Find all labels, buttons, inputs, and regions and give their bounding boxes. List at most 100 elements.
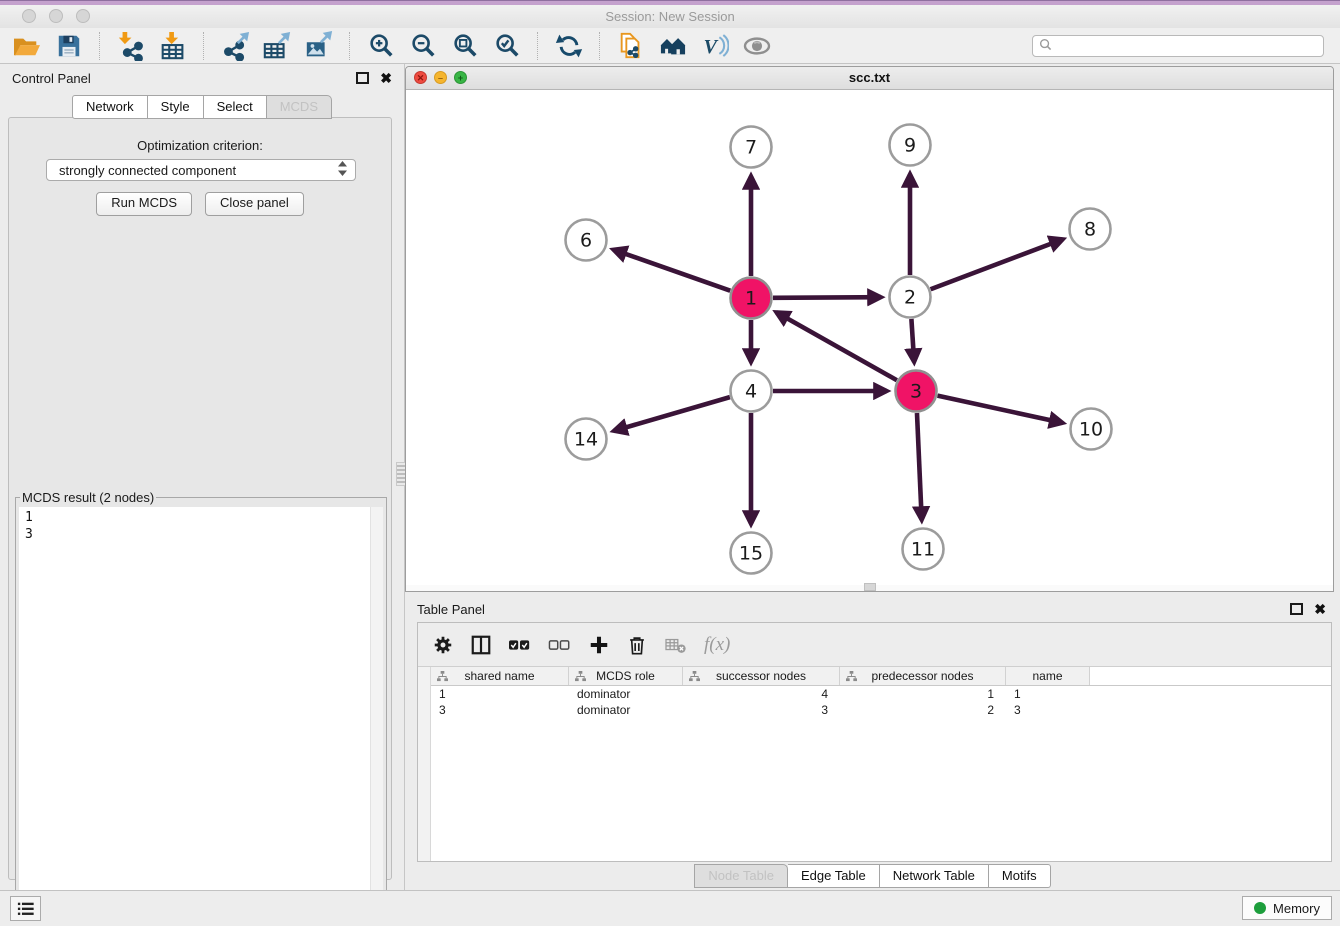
zoom-fit-icon[interactable]: [448, 31, 482, 61]
open-folder-icon[interactable]: [10, 31, 44, 61]
graph-node-6[interactable]: 6: [566, 220, 607, 261]
tab-style[interactable]: Style: [148, 95, 204, 119]
tab-node-table[interactable]: Node Table: [694, 864, 788, 888]
graph-node-3[interactable]: 3: [896, 371, 937, 412]
search-input[interactable]: [1057, 38, 1317, 54]
minimize-window-button[interactable]: [49, 9, 63, 23]
result-line: 1: [25, 509, 377, 526]
tab-motifs[interactable]: Motifs: [989, 864, 1051, 888]
zoom-out-icon[interactable]: [406, 31, 440, 61]
graph-node-8[interactable]: 8: [1070, 209, 1111, 250]
table-row[interactable]: 1dominator411: [431, 686, 1331, 702]
tab-network-table[interactable]: Network Table: [880, 864, 989, 888]
memory-status-dot: [1254, 902, 1266, 914]
frame-maximize-icon[interactable]: +: [454, 71, 467, 84]
column-header-successor-nodes[interactable]: successor nodes: [683, 667, 840, 685]
graph-edge-3-10[interactable]: [937, 396, 1062, 423]
memory-button-label: Memory: [1273, 901, 1320, 916]
graph-node-10[interactable]: 10: [1071, 409, 1112, 450]
graph-edge-1-6[interactable]: [613, 250, 730, 291]
graph-node-11[interactable]: 11: [903, 529, 944, 570]
table-cell[interactable]: 1: [431, 686, 569, 702]
frame-resize-handle[interactable]: [864, 583, 876, 591]
vizmap-icon[interactable]: V: [698, 31, 732, 61]
table-cell[interactable]: 3: [1006, 702, 1090, 718]
import-network-icon[interactable]: [114, 31, 148, 61]
gear-icon[interactable]: [432, 632, 454, 658]
result-scrollbar[interactable]: [370, 507, 383, 926]
column-header-shared-name[interactable]: shared name: [431, 667, 569, 685]
graph-node-1[interactable]: 1: [731, 278, 772, 319]
save-icon[interactable]: [52, 31, 86, 61]
table-cell[interactable]: 2: [840, 702, 1006, 718]
float-table-panel-icon[interactable]: [1290, 603, 1303, 615]
close-window-button[interactable]: [22, 9, 36, 23]
task-history-button[interactable]: [10, 896, 41, 921]
checked-boxes-icon[interactable]: [508, 632, 532, 658]
export-image-icon[interactable]: [302, 31, 336, 61]
float-panel-icon[interactable]: [356, 72, 369, 84]
table-cell[interactable]: 3: [431, 702, 569, 718]
houses-icon[interactable]: [656, 31, 690, 61]
eye-icon[interactable]: [740, 31, 774, 61]
frame-minimize-icon[interactable]: –: [434, 71, 447, 84]
unchecked-boxes-icon[interactable]: [548, 632, 572, 658]
graph-node-7[interactable]: 7: [731, 127, 772, 168]
export-network-icon[interactable]: [218, 31, 252, 61]
close-panel-button[interactable]: Close panel: [205, 192, 304, 216]
split-columns-icon[interactable]: [470, 632, 492, 658]
export-table-icon[interactable]: [260, 31, 294, 61]
graph-node-9[interactable]: 9: [890, 125, 931, 166]
criterion-dropdown[interactable]: strongly connected component: [46, 159, 356, 181]
refresh-layout-icon[interactable]: [552, 31, 586, 61]
control-panel-tabs: NetworkStyleSelectMCDS: [0, 95, 404, 119]
function-builder-icon[interactable]: f(x): [704, 632, 730, 658]
network-graph: 1 2 3 4 6 7 8 9 10 11 14 15: [406, 89, 1333, 587]
graph-edge-2-8[interactable]: [931, 239, 1063, 289]
column-header-MCDS-role[interactable]: MCDS role: [569, 667, 683, 685]
graph-edge-3-11[interactable]: [917, 413, 922, 520]
graph-edge-4-14[interactable]: [614, 397, 730, 431]
mcds-result-text[interactable]: 13: [19, 507, 383, 926]
control-panel: Control Panel ✖ NetworkStyleSelectMCDS O…: [0, 64, 405, 890]
delete-table-icon[interactable]: [664, 632, 688, 658]
import-table-icon[interactable]: [156, 31, 190, 61]
close-table-panel-icon[interactable]: ✖: [1314, 602, 1326, 616]
trash-icon[interactable]: [626, 632, 648, 658]
mcds-result-box: MCDS result (2 nodes) 13: [15, 490, 387, 926]
table-cell[interactable]: 3: [683, 702, 840, 718]
tab-edge-table[interactable]: Edge Table: [788, 864, 880, 888]
zoom-selected-icon[interactable]: [490, 31, 524, 61]
column-header-name[interactable]: name: [1006, 667, 1090, 685]
add-icon[interactable]: [588, 632, 610, 658]
frame-close-icon[interactable]: ✕: [414, 71, 427, 84]
table-row[interactable]: 3dominator323: [431, 702, 1331, 718]
table-cell[interactable]: 1: [1006, 686, 1090, 702]
network-canvas[interactable]: 1 2 3 4 6 7 8 9 10 11 14 15: [406, 89, 1333, 585]
result-line: 3: [25, 526, 377, 543]
graph-edge-1-2[interactable]: [773, 297, 881, 298]
run-mcds-button[interactable]: Run MCDS: [96, 192, 192, 216]
tab-select[interactable]: Select: [204, 95, 267, 119]
table-cell[interactable]: dominator: [569, 702, 683, 718]
graph-node-2[interactable]: 2: [890, 277, 931, 318]
zoom-window-button[interactable]: [76, 9, 90, 23]
svg-text:V: V: [704, 36, 719, 58]
table-cell[interactable]: 1: [840, 686, 1006, 702]
graph-node-15[interactable]: 15: [731, 533, 772, 574]
network-document-icon[interactable]: [614, 31, 648, 61]
graph-edge-2-3[interactable]: [911, 319, 914, 362]
memory-button[interactable]: Memory: [1242, 896, 1332, 920]
close-panel-icon[interactable]: ✖: [380, 71, 392, 85]
graph-node-14[interactable]: 14: [566, 419, 607, 460]
table-cell[interactable]: 4: [683, 686, 840, 702]
tab-mcds[interactable]: MCDS: [267, 95, 332, 119]
zoom-in-icon[interactable]: [364, 31, 398, 61]
graph-edge-3-1[interactable]: [776, 312, 897, 380]
column-header-predecessor-nodes[interactable]: predecessor nodes: [840, 667, 1006, 685]
table-cell[interactable]: dominator: [569, 686, 683, 702]
tab-network[interactable]: Network: [72, 95, 148, 119]
status-bar: Memory: [0, 890, 1340, 926]
mcds-tab-content: Optimization criterion: strongly connect…: [8, 117, 392, 880]
graph-node-4[interactable]: 4: [731, 371, 772, 412]
